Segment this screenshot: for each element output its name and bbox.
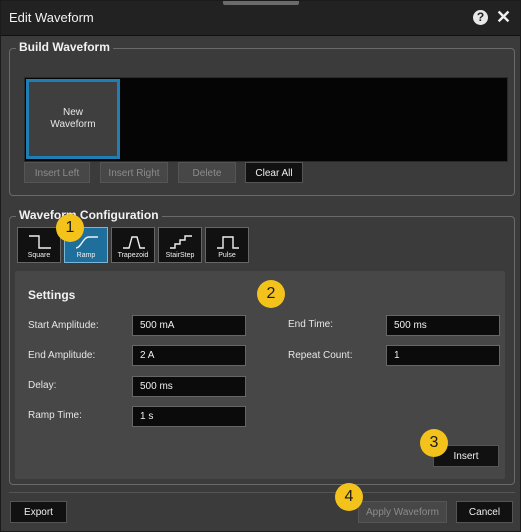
drag-grip[interactable] (223, 1, 299, 5)
repeat-count-label: Repeat Count: (288, 350, 353, 361)
delay-field[interactable]: 500 ms (132, 376, 246, 397)
delete-button[interactable]: Delete (178, 162, 236, 183)
ramp-time-label: Ramp Time: (28, 410, 82, 421)
build-waveform-group: Build Waveform New Waveform Insert Left … (9, 40, 515, 196)
settings-title: Settings (28, 288, 76, 302)
pulse-wave-icon (217, 236, 239, 249)
shape-ramp-label: Ramp (76, 252, 96, 259)
clear-all-button[interactable]: Clear All (245, 162, 303, 183)
close-icon[interactable]: ✕ (496, 7, 511, 28)
edit-waveform-dialog: Edit Waveform ? ✕ Build Waveform New Wav… (0, 0, 521, 532)
new-waveform-label: New Waveform (50, 107, 95, 131)
title-bar[interactable]: Edit Waveform ? ✕ (1, 1, 520, 36)
delay-label: Delay: (28, 380, 57, 391)
build-waveform-title: Build Waveform (16, 40, 113, 54)
shape-stairstep-button[interactable]: StairStep (158, 227, 202, 263)
shape-square-label: Square (27, 252, 51, 259)
end-time-field[interactable]: 500 ms (386, 315, 500, 336)
shape-trapezoid-label: Trapezoid (117, 252, 149, 259)
new-waveform-line2: Waveform (50, 119, 96, 130)
ramp-time-field[interactable]: 1 s (132, 406, 246, 427)
square-wave-icon (29, 235, 51, 249)
callout-badge-2: 2 (257, 280, 285, 308)
shape-trapezoid-button[interactable]: Trapezoid (111, 227, 155, 263)
start-amplitude-field[interactable]: 500 mA (132, 315, 246, 336)
end-amplitude-label: End Amplitude: (28, 350, 96, 361)
end-time-label: End Time: (288, 319, 334, 330)
export-button[interactable]: Export (10, 501, 67, 523)
stairstep-wave-icon (170, 235, 192, 249)
new-waveform-line1: New (62, 107, 83, 118)
insert-left-button[interactable]: Insert Left (24, 162, 90, 183)
repeat-count-field[interactable]: 1 (386, 345, 500, 366)
callout-badge-1: 1 (56, 214, 84, 242)
help-icon[interactable]: ? (473, 10, 488, 25)
dialog-title: Edit Waveform (9, 10, 94, 25)
shape-pulse-label: Pulse (218, 252, 236, 259)
cancel-button[interactable]: Cancel (456, 501, 513, 523)
end-amplitude-field[interactable]: 2 A (132, 345, 246, 366)
shape-square-button[interactable]: Square (17, 227, 61, 263)
shape-pulse-button[interactable]: Pulse (205, 227, 249, 263)
new-waveform-tile-face: New Waveform (29, 82, 117, 156)
callout-badge-3: 3 (420, 429, 448, 457)
new-waveform-tile[interactable]: New Waveform (26, 79, 120, 159)
apply-waveform-button[interactable]: Apply Waveform (358, 501, 447, 523)
footer-divider (9, 492, 515, 493)
waveform-canvas[interactable]: New Waveform (24, 77, 508, 162)
shape-stairstep-label: StairStep (165, 252, 195, 259)
trapezoid-wave-icon (123, 236, 145, 249)
start-amplitude-label: Start Amplitude: (28, 320, 99, 331)
waveform-configuration-title: Waveform Configuration (16, 208, 162, 222)
callout-badge-4: 4 (335, 483, 363, 511)
insert-right-button[interactable]: Insert Right (100, 162, 168, 183)
